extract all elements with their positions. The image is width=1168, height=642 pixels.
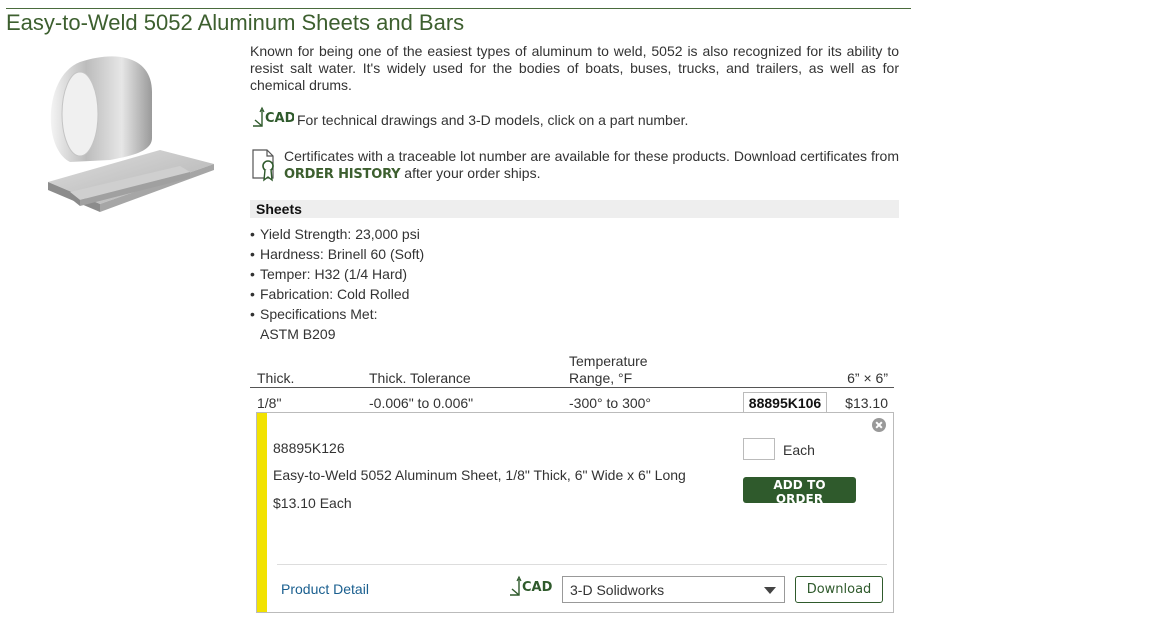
section-header: Sheets — [250, 200, 899, 218]
column-header-temperature-line1: Temperature — [569, 353, 648, 369]
certificate-note-text: Certificates with a traceable lot number… — [284, 148, 899, 183]
chevron-down-icon — [764, 587, 776, 594]
spec-item-hardness: Hardness: Brinell 60 (Soft) — [250, 244, 424, 264]
highlight-bar — [257, 413, 267, 612]
order-history-link[interactable]: ORDER HISTORY — [284, 167, 401, 182]
product-image — [48, 56, 214, 212]
cell-temperature: -300° to 300° — [569, 395, 652, 411]
cad-note-text: For technical drawings and 3-D models, c… — [297, 112, 689, 128]
cad-format-value: 3-D Solidworks — [570, 582, 665, 598]
column-header-temperature: Temperature Range, °F — [569, 353, 689, 387]
detail-price: $13.10 Each — [273, 495, 352, 511]
quantity-unit: Each — [783, 442, 815, 458]
quantity-input[interactable] — [743, 438, 775, 460]
column-header-size: 6” × 6” — [847, 370, 888, 386]
spec-standard: ASTM B209 — [260, 326, 336, 342]
add-to-order-button[interactable]: ADD TO ORDER — [743, 477, 856, 506]
certificate-note-after: after your order ships. — [404, 165, 541, 181]
column-header-temperature-line2: Range, °F — [569, 370, 633, 386]
column-header-tolerance: Thick. Tolerance — [369, 370, 471, 386]
product-detail-panel: 88895K126 Easy-to-Weld 5052 Aluminum She… — [256, 412, 894, 613]
page-title: Easy-to-Weld 5052 Aluminum Sheets and Ba… — [6, 8, 911, 35]
certificate-icon — [252, 149, 274, 182]
cell-price: $13.10 — [845, 395, 888, 411]
spec-item-specifications: Specifications Met: — [250, 304, 424, 324]
panel-divider — [277, 564, 887, 565]
spec-list: Yield Strength: 23,000 psi Hardness: Bri… — [250, 224, 424, 344]
spec-item-yield-strength: Yield Strength: 23,000 psi — [250, 224, 424, 244]
close-icon[interactable] — [872, 418, 886, 432]
detail-description: Easy-to-Weld 5052 Aluminum Sheet, 1/8" T… — [273, 467, 686, 483]
download-button[interactable]: Download — [795, 576, 883, 603]
cad-icon-text: CAD — [522, 580, 552, 595]
cad-icon-text: CAD — [265, 111, 294, 126]
column-header-thick: Thick. — [257, 370, 295, 386]
product-detail-link[interactable]: Product Detail — [281, 581, 369, 597]
cad-icon: CAD — [510, 575, 552, 596]
intro-paragraph: Known for being one of the easiest types… — [250, 43, 899, 93]
spec-item-temper: Temper: H32 (1/4 Hard) — [250, 264, 424, 284]
section-header-title: Sheets — [256, 201, 302, 217]
part-number-link[interactable]: 88895K106 — [743, 392, 827, 412]
cell-tolerance: -0.006" to 0.006" — [369, 395, 474, 411]
cad-icon: CAD — [253, 106, 294, 127]
spec-item-fabrication: Fabrication: Cold Rolled — [250, 284, 424, 304]
certificate-note-before: Certificates with a traceable lot number… — [284, 148, 899, 164]
table-header-rule — [250, 387, 894, 388]
detail-part-number: 88895K126 — [273, 440, 345, 456]
cad-format-select[interactable]: 3-D Solidworks — [562, 576, 785, 603]
cell-thick: 1/8" — [257, 395, 282, 411]
